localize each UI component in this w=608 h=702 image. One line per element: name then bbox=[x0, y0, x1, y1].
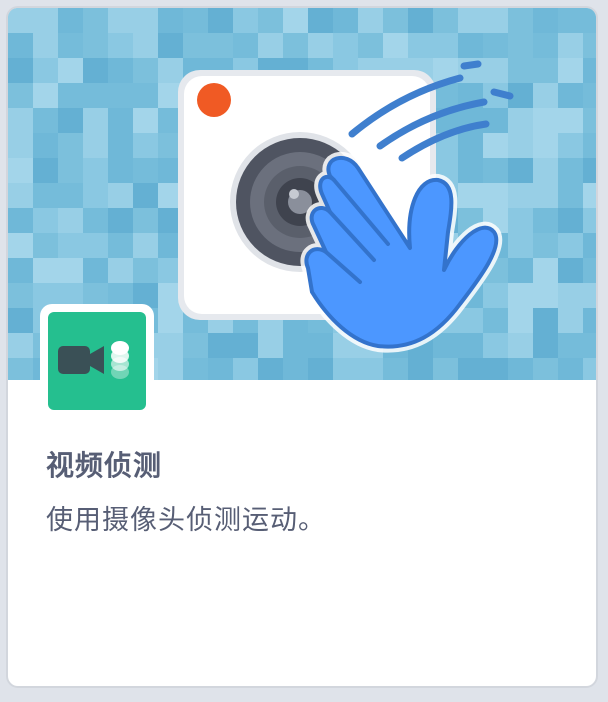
video-sensing-extension-card[interactable]: 视频侦测 使用摄像头侦测运动。 bbox=[6, 6, 598, 688]
extension-description: 使用摄像头侦测运动。 bbox=[46, 505, 326, 536]
extension-title: 视频侦测 bbox=[46, 449, 163, 482]
video-camera-icon bbox=[48, 312, 146, 410]
extension-badge bbox=[40, 304, 154, 418]
